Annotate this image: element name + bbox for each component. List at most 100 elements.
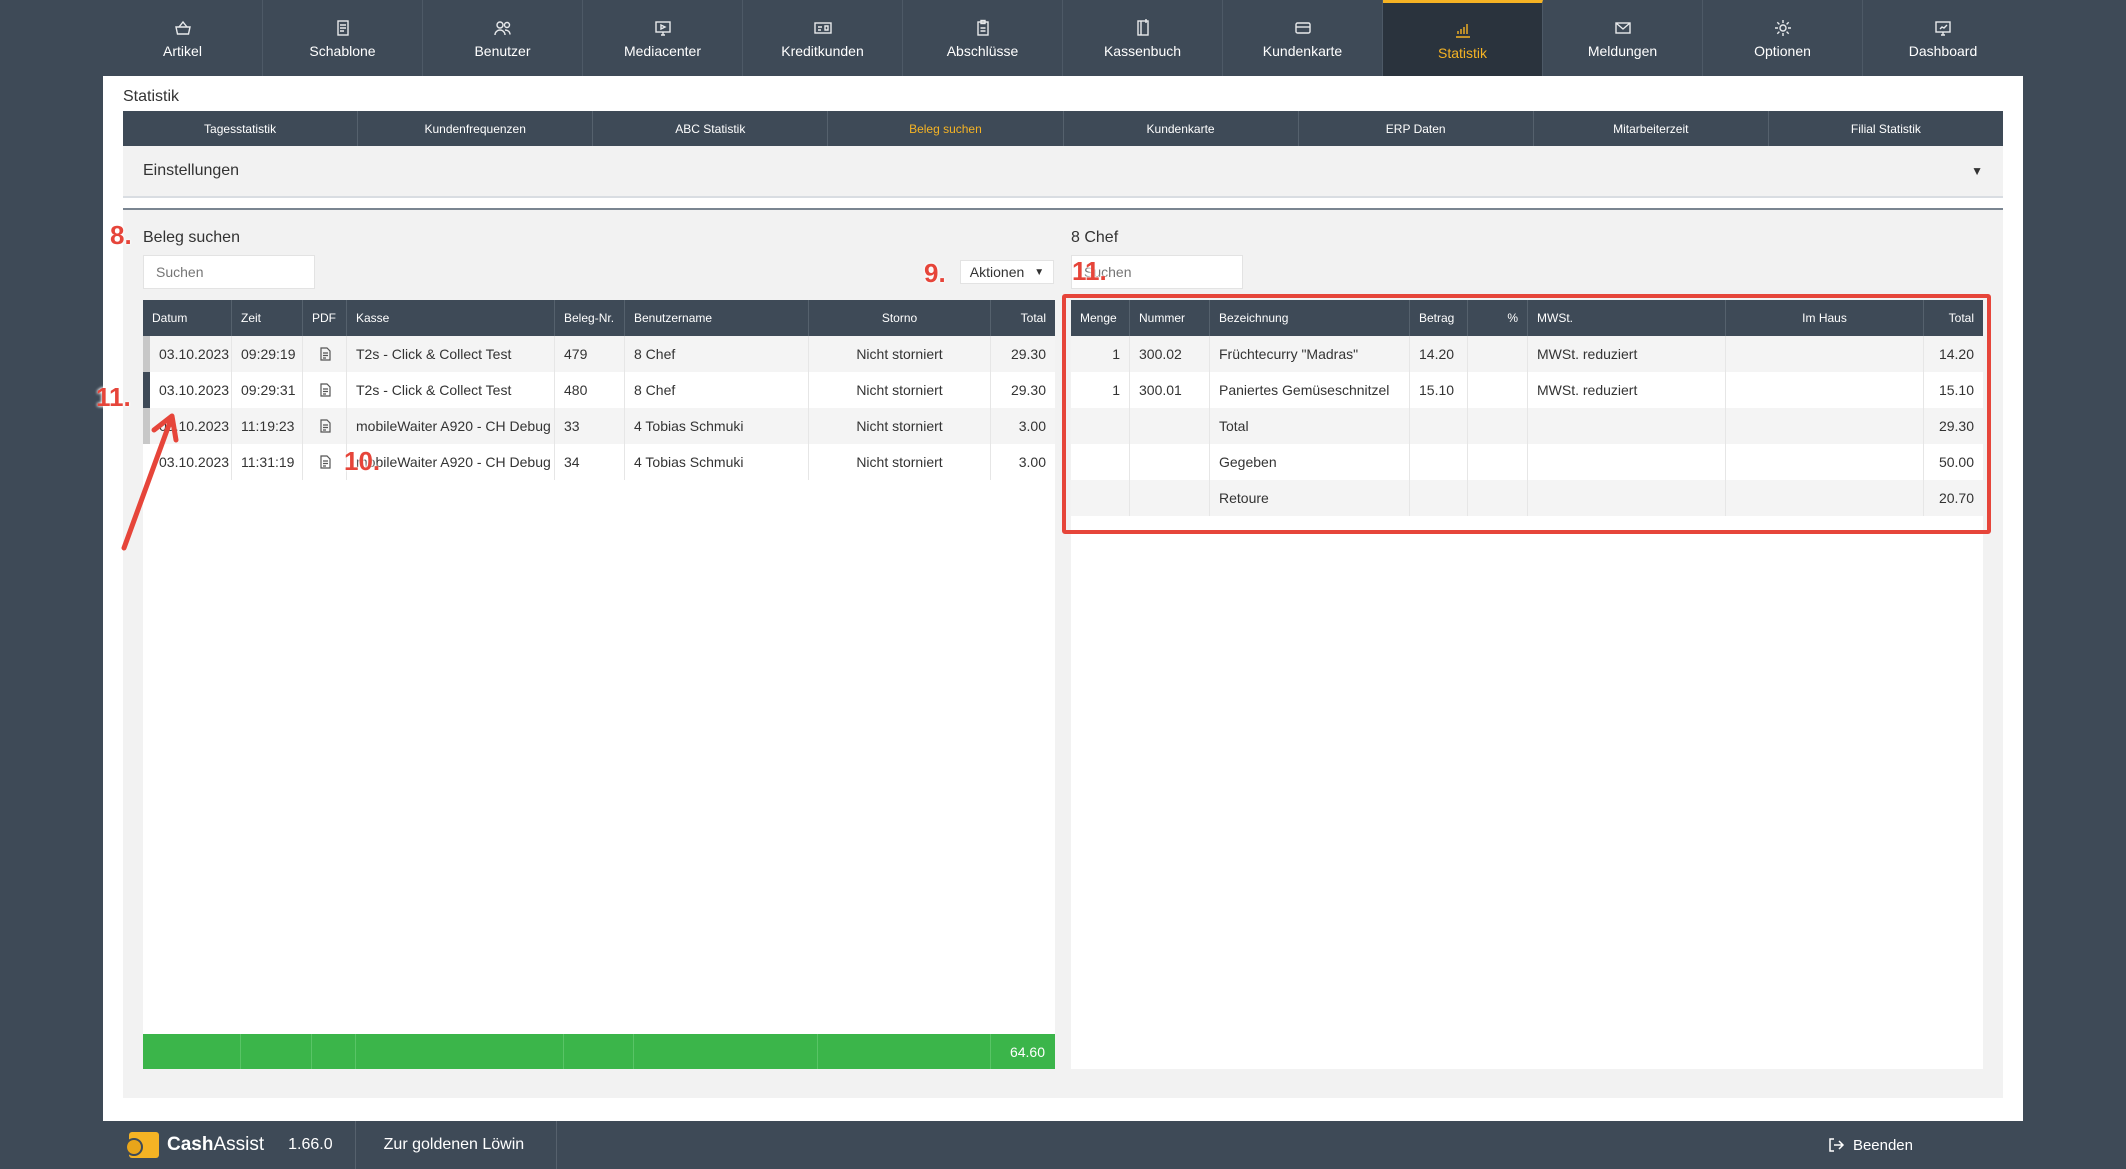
table-row[interactable]: 03.10.2023 09:29:19 T2s - Click & Collec… [143,336,1055,372]
nav-kassenbuch[interactable]: Kassenbuch [1063,0,1223,76]
cell-betrag [1410,408,1468,444]
col-menge[interactable]: Menge [1071,300,1130,336]
table-row[interactable]: 1 300.02 Früchtecurry "Madras" 14.20 MWS… [1071,336,1983,372]
nav-kundenkarte[interactable]: Kundenkarte [1223,0,1383,76]
cell-menge [1071,444,1130,480]
col-zeit[interactable]: Zeit [232,300,303,336]
cell-datum: 03.10.2023 [150,372,232,408]
nav-label: Dashboard [1908,43,1978,59]
cell-mwst [1528,444,1726,480]
cell-kasse: T2s - Click & Collect Test [347,336,555,372]
col-total[interactable]: Total [1924,300,1983,336]
pdf-icon[interactable] [303,444,347,480]
annotation-10: 10. [344,446,381,476]
cell-nummer [1130,480,1210,516]
col-benutzername[interactable]: Benutzername [625,300,809,336]
basket-icon [172,17,194,39]
nav-abschluesse[interactable]: Abschlüsse [903,0,1063,76]
table-row[interactable]: 03.10.2023 11:19:23 mobileWaiter A920 - … [143,408,1055,444]
cell-zeit: 11:19:23 [232,408,303,444]
cell-total: 14.20 [1938,346,1974,362]
col-mwst[interactable]: MWSt. [1528,300,1726,336]
col-im-haus[interactable]: Im Haus [1726,300,1924,336]
cell-nummer [1130,408,1210,444]
cell-total: 29.30 [1010,346,1046,362]
cell-im-haus [1726,444,1924,480]
nav-dashboard[interactable]: Dashboard [1863,0,2023,76]
cell-betrag: 14.20 [1410,336,1468,372]
logout-button[interactable]: Beenden [1827,1136,1913,1154]
tab-kundenfrequenzen[interactable]: Kundenfrequenzen [358,111,594,146]
chart-icon [1452,19,1474,41]
col-datum[interactable]: Datum [143,300,232,336]
nav-artikel[interactable]: Artikel [103,0,263,76]
tab-erp-daten[interactable]: ERP Daten [1299,111,1534,146]
cell-benutzername: 8 Chef [625,336,809,372]
nav-benutzer[interactable]: Benutzer [423,0,583,76]
cell-prozent [1468,480,1528,516]
cell-beleg-nr: 33 [555,408,625,444]
table-row[interactable]: Total 29.30 [1071,408,1983,444]
cell-menge [1071,480,1130,516]
nav-statistik[interactable]: Statistik [1383,0,1543,76]
cell-storno: Nicht storniert [809,444,991,480]
nav-mediacenter[interactable]: Mediacenter [583,0,743,76]
settings-accordion[interactable]: Einstellungen ▼ [123,146,2003,198]
tab-filial-statistik[interactable]: Filial Statistik [1769,111,2003,146]
cell-beleg-nr: 479 [555,336,625,372]
cell-mwst [1528,408,1726,444]
nav-optionen[interactable]: Optionen [1703,0,1863,76]
cell-mwst [1528,480,1726,516]
cell-nummer: 300.02 [1130,336,1210,372]
cell-nummer [1130,444,1210,480]
col-total[interactable]: Total [991,300,1055,336]
nav-label: Kreditkunden [781,43,864,59]
nav-meldungen[interactable]: Meldungen [1543,0,1703,76]
template-icon [332,17,354,39]
cell-im-haus [1726,480,1924,516]
pdf-icon[interactable] [303,336,347,372]
col-bezeichnung[interactable]: Bezeichnung [1210,300,1410,336]
nav-kreditkunden[interactable]: Kreditkunden [743,0,903,76]
cell-prozent [1468,372,1528,408]
col-beleg-nr[interactable]: Beleg-Nr. [555,300,625,336]
pdf-icon[interactable] [303,408,347,444]
pdf-icon[interactable] [303,372,347,408]
nav-schablone[interactable]: Schablone [263,0,423,76]
tab-abc-statistik[interactable]: ABC Statistik [593,111,829,146]
table-row[interactable]: 1 300.01 Paniertes Gemüseschnitzel 15.10… [1071,372,1983,408]
tab-beleg-suchen[interactable]: Beleg suchen [828,111,1064,146]
nav-label: Mediacenter [623,43,702,59]
cell-bezeichnung: Retoure [1210,480,1410,516]
actions-dropdown[interactable]: Aktionen ▼ [960,260,1054,284]
status-bar: CashAssist 1.66.0 Zur goldenen Löwin Bee… [103,1121,2023,1169]
book-icon [1132,17,1154,39]
col-betrag[interactable]: Betrag [1410,300,1468,336]
col-nummer[interactable]: Nummer [1130,300,1210,336]
annotation-8: 8. [110,220,132,250]
cell-kasse: mobileWaiter A920 - CH Debug [347,408,555,444]
caret-down-icon: ▼ [1034,266,1045,278]
cell-benutzername: 8 Chef [625,372,809,408]
table-row[interactable]: 03.10.2023 11:31:19 mobileWaiter A920 - … [143,444,1055,480]
table-row-selected[interactable]: 03.10.2023 09:29:31 T2s - Click & Collec… [143,372,1055,408]
col-kasse[interactable]: Kasse [347,300,555,336]
receipt-detail-title: 8 Chef [1071,229,1119,246]
tab-tagesstatistik[interactable]: Tagesstatistik [123,111,359,146]
annotation-11-right: 11. [1072,256,1107,286]
nav-label: Artikel [163,43,202,59]
receipt-search-input[interactable] [143,255,315,289]
col-prozent[interactable]: % [1468,300,1528,336]
cell-benutzername: 4 Tobias Schmuki [625,408,809,444]
col-pdf[interactable]: PDF [303,300,347,336]
brand-part: Cash [167,1134,214,1155]
table-row[interactable]: Gegeben 50.00 [1071,444,1983,480]
tab-mitarbeiterzeit[interactable]: Mitarbeiterzeit [1534,111,1769,146]
cell-im-haus [1726,372,1924,408]
table-row[interactable]: Retoure 20.70 [1071,480,1983,516]
col-storno[interactable]: Storno [809,300,991,336]
receipt-detail-table: Menge Nummer Bezeichnung Betrag % MWSt. … [1071,300,1983,1069]
receipts-table: Datum Zeit PDF Kasse Beleg-Nr. Benutzern… [143,300,1055,1034]
total-spacer [143,1034,241,1069]
tab-kundenkarte[interactable]: Kundenkarte [1064,111,1299,146]
